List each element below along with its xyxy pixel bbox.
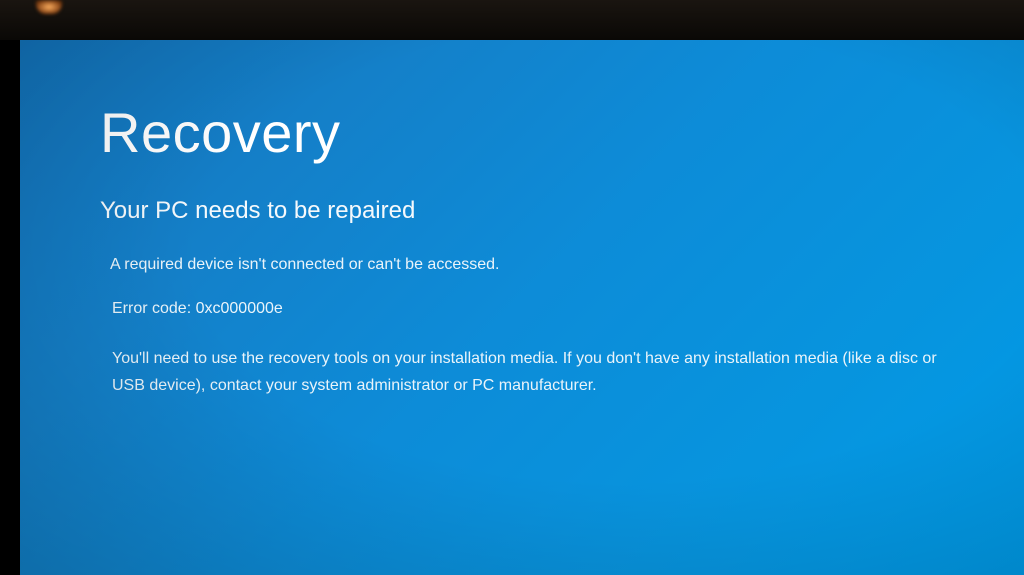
page-title: Recovery [100, 100, 944, 165]
power-led-icon [36, 0, 62, 14]
recovery-screen: Recovery Your PC needs to be repaired A … [20, 40, 1024, 575]
monitor-bezel [0, 0, 1024, 40]
recovery-instructions: You'll need to use the recovery tools on… [112, 345, 944, 399]
status-heading: Your PC needs to be repaired [100, 197, 944, 225]
error-message: A required device isn't connected or can… [110, 253, 944, 277]
error-code-label: Error code: [112, 300, 191, 317]
error-code-line: Error code: 0xc000000e [112, 297, 944, 321]
error-code-value: 0xc000000e [196, 300, 283, 317]
